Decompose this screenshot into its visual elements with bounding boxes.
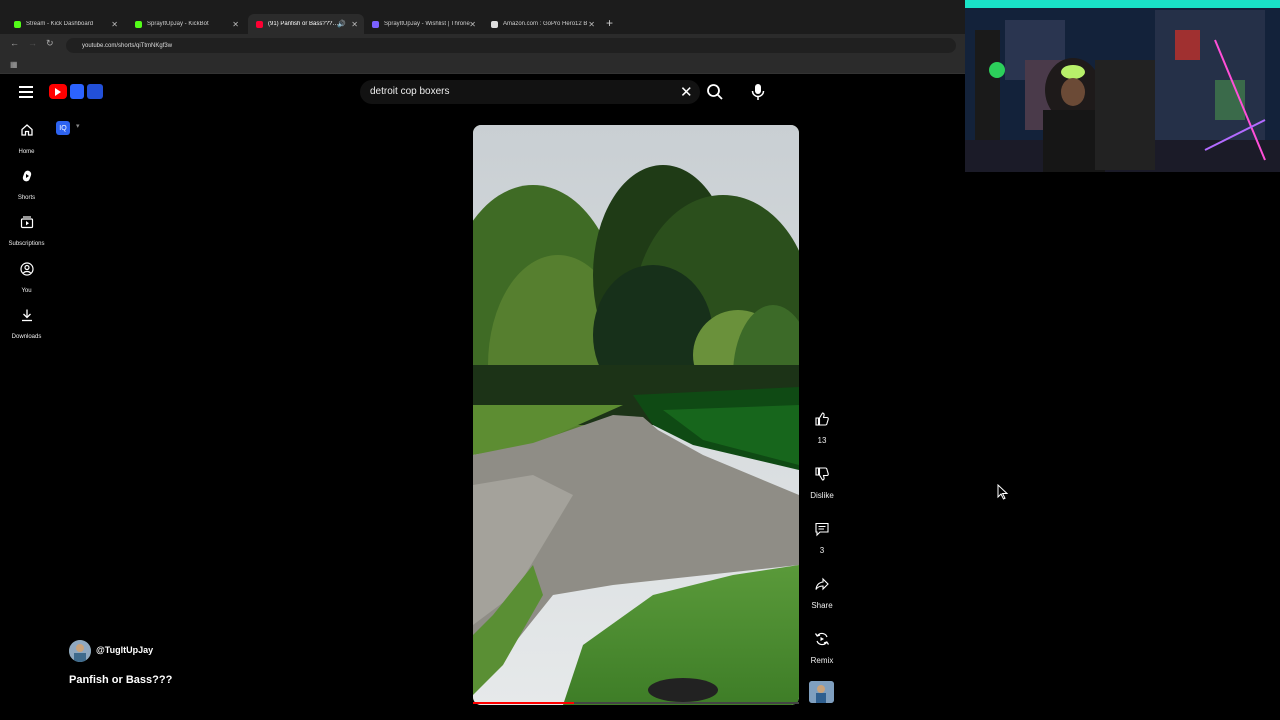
shorts-icon [22, 170, 31, 182]
back-icon[interactable]: ← [10, 38, 19, 48]
sidebar-item-home[interactable]: Home [0, 123, 53, 158]
amazon-favicon-icon [491, 20, 498, 28]
search-icon[interactable] [705, 82, 725, 102]
dislike-button[interactable]: Dislike [806, 461, 838, 500]
browser-tab[interactable]: Stream - Kick Dashboard ✕ [6, 14, 124, 34]
tab-label: (91) Panfish or Bass??? - Yo [268, 21, 340, 27]
forward-icon[interactable]: → [28, 38, 37, 48]
like-count: 13 [817, 436, 827, 445]
channel-avatar[interactable] [69, 640, 91, 662]
kick-favicon-icon [135, 20, 142, 28]
remix-label: Remix [810, 656, 834, 665]
remix-button[interactable]: Remix [806, 626, 838, 665]
remix-icon [809, 626, 835, 652]
tab-label: Stream - Kick Dashboard [26, 21, 94, 27]
sidebar-item-label: Subscriptions [8, 241, 45, 247]
tab-label: SprayItUpJay - KickBot [147, 21, 209, 27]
comment-icon [809, 516, 835, 542]
browser-tab[interactable]: SprayItUpJay - Wishlist | Throne ✕ [364, 14, 482, 34]
sidebar-item-label: Shorts [17, 195, 36, 201]
sound-thumbnail[interactable] [809, 681, 834, 703]
tab-label: Amazon.com : GoPro Hero12 B [503, 21, 588, 27]
sidebar-item-label: Home [18, 149, 35, 155]
close-tab-icon[interactable]: ✕ [469, 20, 476, 29]
url-text: youtube.com/shorts/qiTtmNKgf3w [82, 42, 173, 49]
close-tab-icon[interactable]: ✕ [111, 20, 118, 29]
mouse-cursor [997, 483, 1009, 505]
close-tab-icon[interactable]: ✕ [232, 20, 239, 29]
short-video-player[interactable] [473, 125, 799, 705]
extension-icon[interactable]: IQ [56, 121, 70, 135]
thumbs-up-icon [809, 406, 835, 432]
comment-count: 3 [819, 546, 825, 555]
subscriptions-icon [20, 216, 33, 229]
sidebar-item-you[interactable]: You [0, 262, 53, 297]
dislike-label: Dislike [810, 491, 834, 500]
reload-icon[interactable]: ↻ [46, 38, 54, 49]
audio-playing-icon[interactable]: 🔊 [337, 20, 346, 28]
extension-badge-icon [70, 84, 84, 99]
browser-tab-active[interactable]: (91) Panfish or Bass??? - Yo 🔊 ✕ [248, 14, 364, 34]
short-title[interactable]: Panfish or Bass??? [69, 674, 172, 686]
streamer-webcam-overlay [965, 0, 1280, 172]
share-button[interactable]: Share [806, 571, 838, 610]
microphone-icon[interactable] [748, 82, 768, 102]
chevron-down-icon[interactable]: ▾ [76, 122, 80, 130]
sidebar-item-subscriptions[interactable]: Subscriptions [0, 215, 53, 250]
video-progress-bar[interactable] [473, 702, 799, 704]
throne-favicon-icon [372, 20, 379, 28]
sidebar-item-label: Downloads [11, 334, 42, 340]
park-path-video-frame [473, 125, 799, 705]
youtube-favicon-icon [256, 20, 263, 28]
apps-grid-icon[interactable]: ▦ [10, 60, 18, 69]
comments-button[interactable]: 3 [806, 516, 838, 555]
share-label: Share [811, 601, 833, 610]
browser-tab[interactable]: Amazon.com : GoPro Hero12 B ✕ [483, 14, 601, 34]
search-query-text: detroit cop boxers [370, 86, 450, 97]
close-tab-icon[interactable]: ✕ [351, 20, 358, 29]
kick-favicon-icon [14, 20, 21, 28]
url-field[interactable]: youtube.com/shorts/qiTtmNKgf3w [66, 38, 956, 53]
you-icon [19, 262, 34, 276]
download-icon [21, 309, 32, 322]
tab-label: SprayItUpJay - Wishlist | Throne [384, 21, 470, 27]
clear-search-icon[interactable]: ✕ [680, 83, 693, 101]
thumbs-down-icon [809, 461, 835, 487]
sidebar-item-downloads[interactable]: Downloads [0, 308, 53, 343]
home-icon [20, 124, 33, 136]
youtube-logo[interactable] [49, 84, 103, 99]
share-icon [809, 571, 835, 597]
channel-name[interactable]: @TugItUpJay [96, 645, 153, 655]
browser-tab[interactable]: SprayItUpJay - KickBot ✕ [127, 14, 245, 34]
video-progress-fill [473, 702, 575, 704]
sidebar-item-shorts[interactable]: Shorts [0, 169, 53, 204]
search-input[interactable]: detroit cop boxers ✕ [360, 80, 700, 104]
close-tab-icon[interactable]: ✕ [588, 20, 595, 29]
sidebar-item-label: You [21, 288, 32, 294]
hamburger-menu-icon[interactable] [19, 86, 33, 98]
like-button[interactable]: 13 [806, 406, 838, 445]
youtube-play-icon [49, 84, 67, 99]
extension-hand-icon [87, 84, 103, 99]
new-tab-icon[interactable]: + [606, 16, 613, 30]
